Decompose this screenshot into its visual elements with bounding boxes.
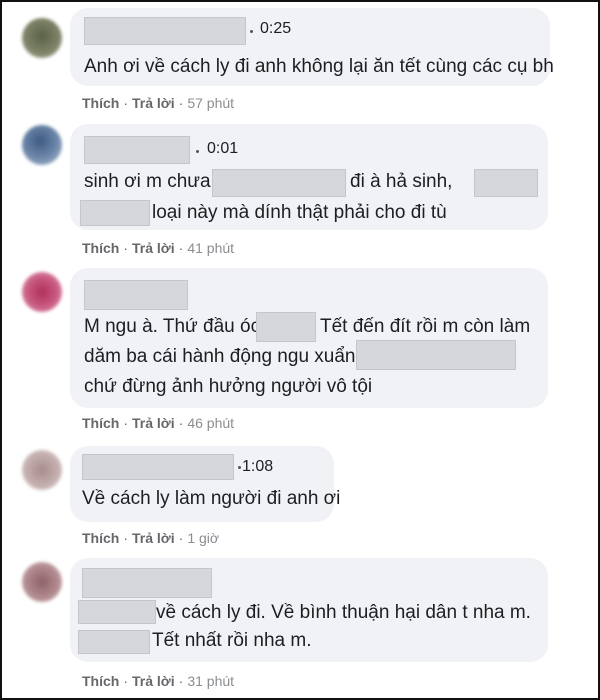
comment-text: đi à hả sinh, xyxy=(350,171,453,192)
reply-button[interactable]: Trả lời xyxy=(132,240,175,256)
avatar[interactable] xyxy=(22,272,62,312)
redacted-username xyxy=(84,17,246,45)
reply-button[interactable]: Trả lời xyxy=(132,673,175,689)
comment-bubble: về cách ly đi. Về bình thuận hại dân t n… xyxy=(70,558,548,662)
redacted-username xyxy=(84,136,190,164)
like-button[interactable]: Thích xyxy=(82,673,119,689)
redacted-text xyxy=(78,600,156,624)
like-button[interactable]: Thích xyxy=(82,95,119,111)
comment-text: M ngu à. Thứ đầu óc xyxy=(84,316,261,337)
separator-dot: · xyxy=(123,673,129,689)
separator-dot xyxy=(238,466,241,469)
comment-time[interactable]: 1 giờ xyxy=(187,530,219,546)
like-button[interactable]: Thích xyxy=(82,415,119,431)
separator-dot: · xyxy=(178,673,184,689)
separator-dot xyxy=(250,30,253,33)
reply-button[interactable]: Trả lời xyxy=(132,95,175,111)
comment-bubble: 0:01 sinh ơi m chưa đi à hả sinh, loại n… xyxy=(70,124,548,230)
comment-actions: Thích · Trả lời · 41 phút xyxy=(82,240,234,256)
redacted-text xyxy=(356,340,516,370)
reply-button[interactable]: Trả lời xyxy=(132,530,175,546)
comment-bubble: 1:08 Về cách ly làm người đi anh ơi xyxy=(70,446,340,522)
comment-text: loại này mà dính thật phải cho đi tù xyxy=(152,202,447,223)
video-timestamp[interactable]: 0:25 xyxy=(260,20,291,38)
comment-time[interactable]: 46 phút xyxy=(187,415,234,431)
like-button[interactable]: Thích xyxy=(82,240,119,256)
redacted-username xyxy=(82,454,234,480)
separator-dot: · xyxy=(178,530,184,546)
avatar[interactable] xyxy=(22,562,62,602)
separator-dot: · xyxy=(123,240,129,256)
video-timestamp[interactable]: 1:08 xyxy=(242,458,273,476)
redacted-text xyxy=(256,312,316,342)
video-timestamp[interactable]: 0:01 xyxy=(207,140,238,158)
redacted-text xyxy=(80,200,150,226)
comment-text: Anh ơi về cách ly đi anh không lại ăn tế… xyxy=(84,56,554,77)
reply-button[interactable]: Trả lời xyxy=(132,415,175,431)
comment-actions: Thích · Trả lời · 31 phút xyxy=(82,673,234,689)
redacted-text xyxy=(212,169,346,197)
separator-dot: · xyxy=(123,530,129,546)
comment-bubble: 0:25 Anh ơi về cách ly đi anh không lại … xyxy=(70,8,554,86)
comment-actions: Thích · Trả lời · 46 phút xyxy=(82,415,234,431)
comment-bubble: M ngu à. Thứ đầu óc Tết đến đít rồi m cò… xyxy=(70,268,548,408)
separator-dot: · xyxy=(178,240,184,256)
separator-dot: · xyxy=(123,95,129,111)
comment-text: Tết đến đít rồi m còn làm xyxy=(320,316,531,337)
avatar[interactable] xyxy=(22,450,62,490)
comment-text: về cách ly đi. Về bình thuận hại dân t n… xyxy=(156,602,531,623)
separator-dot: · xyxy=(178,415,184,431)
comment-text: Về cách ly làm người đi anh ơi xyxy=(82,488,341,509)
comment-text: sinh ơi m chưa xyxy=(84,171,211,192)
avatar[interactable] xyxy=(22,125,62,165)
comment-text: chứ đừng ảnh hưởng người vô tội xyxy=(84,376,373,397)
comment-actions: Thích · Trả lời · 57 phút xyxy=(82,95,234,111)
comment-actions: Thích · Trả lời · 1 giờ xyxy=(82,530,219,546)
comment-time[interactable]: 57 phút xyxy=(187,95,234,111)
comment-text: Tết nhất rồi nha m. xyxy=(152,630,312,651)
redacted-username xyxy=(84,280,188,310)
separator-dot: · xyxy=(178,95,184,111)
redacted-text xyxy=(78,630,150,654)
avatar[interactable] xyxy=(22,18,62,58)
redacted-username xyxy=(82,568,212,598)
comment-text: dăm ba cái hành động ngu xuẩn. xyxy=(84,346,361,367)
separator-dot: · xyxy=(123,415,129,431)
comment-time[interactable]: 31 phút xyxy=(187,673,234,689)
separator-dot xyxy=(196,150,199,153)
redacted-text xyxy=(474,169,538,197)
comment-time[interactable]: 41 phút xyxy=(187,240,234,256)
like-button[interactable]: Thích xyxy=(82,530,119,546)
